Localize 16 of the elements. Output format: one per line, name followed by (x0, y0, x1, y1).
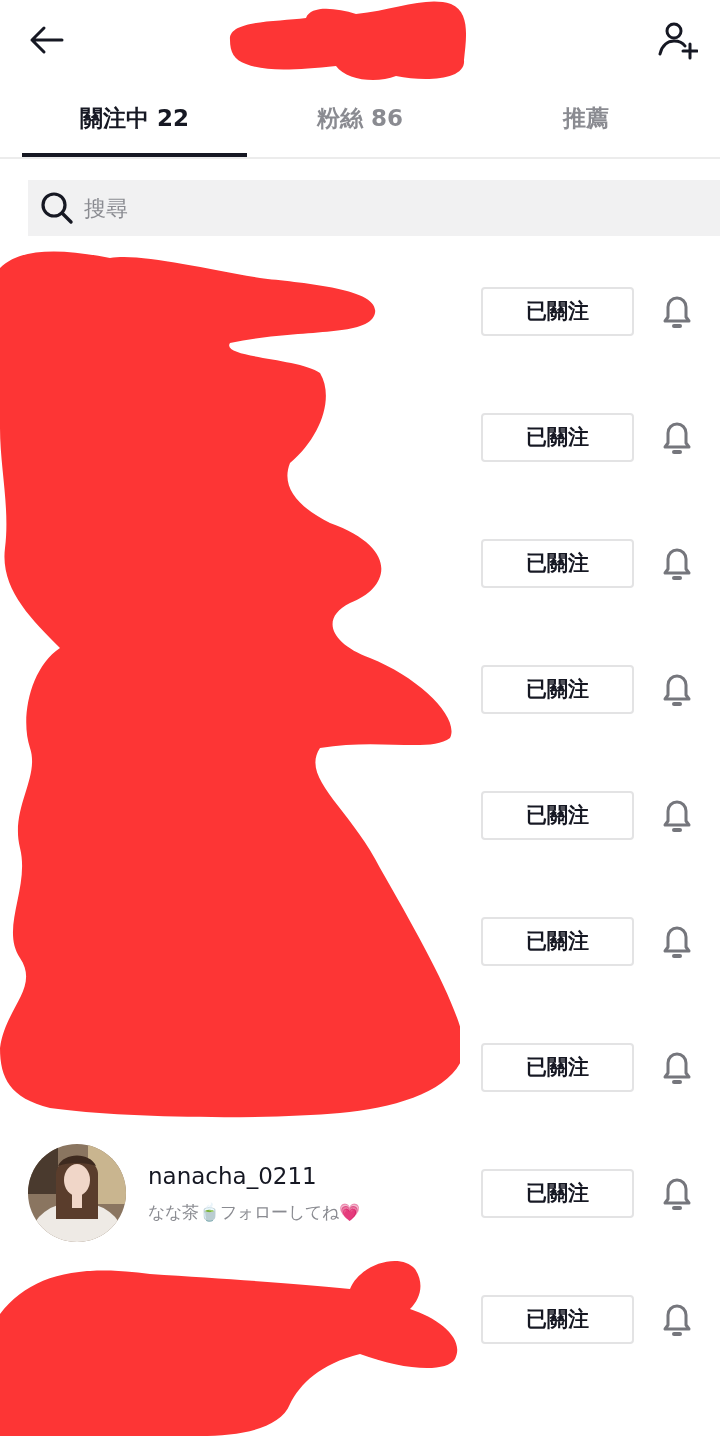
following-button[interactable]: 已關注 (481, 790, 634, 840)
following-button[interactable]: 已關注 (481, 412, 634, 462)
following-button[interactable]: 已關注 (481, 286, 634, 336)
following-button[interactable]: 已關注 (481, 664, 634, 714)
following-button[interactable]: 已關注 (481, 916, 634, 966)
search-field[interactable]: 搜尋 (28, 180, 720, 236)
following-button[interactable]: 已關注 (481, 1168, 634, 1218)
username: nanacha_0211 (148, 1162, 318, 1189)
back-icon[interactable] (28, 25, 64, 55)
following-button[interactable]: 已關注 (481, 1042, 634, 1092)
search-icon (40, 191, 74, 225)
user-bio: なな茶🍵フォローしてね💗 (148, 1200, 360, 1224)
following-button[interactable]: 已關注 (481, 1294, 634, 1344)
add-user-icon[interactable] (658, 20, 698, 60)
following-button[interactable]: 已關注 (481, 538, 634, 588)
tab[interactable]: 關注中 22 (22, 80, 247, 157)
